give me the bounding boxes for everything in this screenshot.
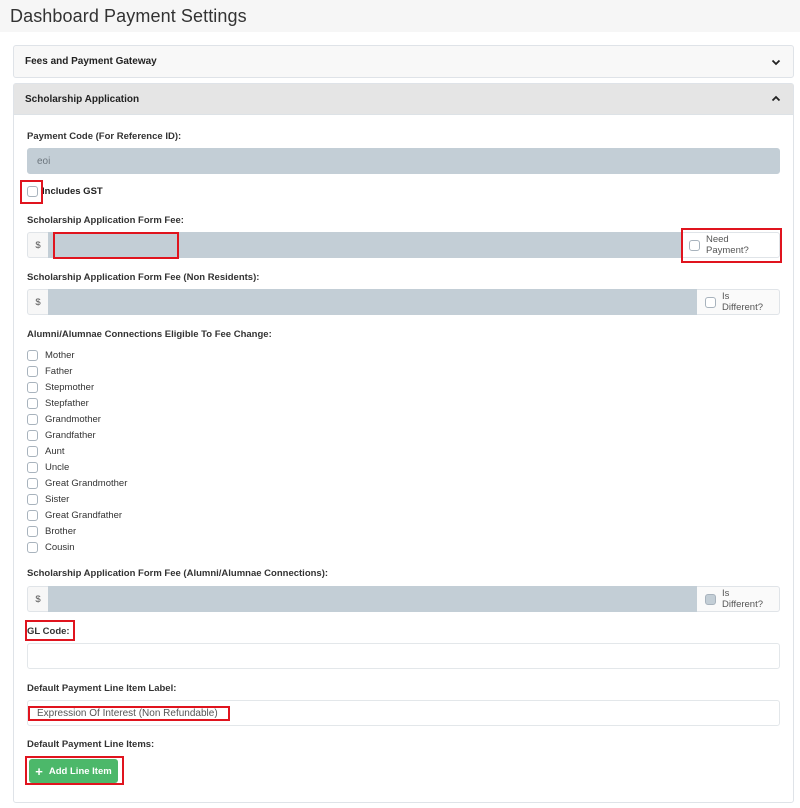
payment-code-input[interactable]: eoi bbox=[27, 148, 780, 174]
option-label: Stepmother bbox=[45, 381, 95, 393]
checkbox[interactable] bbox=[27, 541, 38, 553]
checkbox[interactable] bbox=[27, 381, 38, 393]
option-label: Great Grandmother bbox=[45, 477, 128, 489]
checkbox[interactable] bbox=[27, 397, 38, 409]
is-different-addon[interactable]: Is Different? bbox=[697, 289, 780, 315]
connection-option-grandfather[interactable]: Grandfather bbox=[27, 427, 127, 443]
need-payment-addon[interactable]: Need Payment? bbox=[681, 232, 780, 258]
currency-prefix: $ bbox=[27, 586, 48, 612]
connection-option-grandmother[interactable]: Grandmother bbox=[27, 411, 127, 427]
default-line-item-label-label: Default Payment Line Item Label: bbox=[27, 683, 177, 694]
connection-option-cousin[interactable]: Cousin bbox=[27, 539, 127, 555]
add-line-item-button[interactable]: + Add Line Item bbox=[29, 759, 118, 783]
form-fee-non-residents-input[interactable] bbox=[48, 289, 697, 315]
is-different-checkbox[interactable] bbox=[705, 593, 716, 605]
checkbox[interactable] bbox=[27, 461, 38, 473]
includes-gst-label: Includes GST bbox=[42, 186, 103, 197]
need-payment-checkbox[interactable] bbox=[689, 239, 700, 251]
page-header: Dashboard Payment Settings bbox=[0, 0, 800, 32]
page-title: Dashboard Payment Settings bbox=[10, 6, 247, 26]
option-label: Aunt bbox=[45, 445, 65, 457]
option-label: Uncle bbox=[45, 461, 70, 473]
option-label: Great Grandfather bbox=[45, 509, 123, 521]
is-different-label: Is Different? bbox=[722, 588, 764, 610]
connection-option-great-grandfather[interactable]: Great Grandfather bbox=[27, 507, 127, 523]
is-different-checkbox[interactable] bbox=[705, 296, 716, 308]
default-line-items-label: Default Payment Line Items: bbox=[27, 739, 155, 750]
default-line-item-label-value: Expression Of Interest (Non Refundable) bbox=[37, 707, 218, 719]
alumni-connections-label: Alumni/Alumnae Connections Eligible To F… bbox=[27, 329, 272, 340]
default-line-item-label-input[interactable]: Expression Of Interest (Non Refundable) bbox=[27, 700, 780, 726]
need-payment-label: Need Payment? bbox=[706, 234, 749, 256]
checkbox[interactable] bbox=[27, 413, 38, 425]
checkbox[interactable] bbox=[27, 477, 38, 489]
checkbox[interactable] bbox=[27, 365, 38, 377]
connection-option-brother[interactable]: Brother bbox=[27, 523, 127, 539]
currency-prefix: $ bbox=[27, 232, 48, 258]
connection-option-father[interactable]: Father bbox=[27, 363, 127, 379]
checkbox[interactable] bbox=[27, 493, 38, 505]
option-label: Grandfather bbox=[45, 429, 96, 441]
option-label: Father bbox=[45, 365, 73, 377]
chevron-down-icon[interactable] bbox=[770, 56, 782, 68]
option-label: Mother bbox=[45, 349, 75, 361]
checkbox[interactable] bbox=[27, 429, 38, 441]
gl-code-label: GL Code: bbox=[27, 626, 70, 637]
option-label: Brother bbox=[45, 525, 77, 537]
connection-option-mother[interactable]: Mother bbox=[27, 347, 127, 363]
form-fee-non-residents-input-group: $ Is Different? bbox=[27, 289, 780, 315]
form-fee-alumni-input[interactable] bbox=[48, 586, 697, 612]
option-label: Grandmother bbox=[45, 413, 101, 425]
connection-option-great-grandmother[interactable]: Great Grandmother bbox=[27, 475, 127, 491]
checkbox[interactable] bbox=[27, 525, 38, 537]
includes-gst-row: Includes GST bbox=[27, 186, 103, 197]
option-label: Sister bbox=[45, 493, 70, 505]
chevron-up-icon[interactable] bbox=[770, 93, 782, 105]
connection-option-stepmother[interactable]: Stepmother bbox=[27, 379, 127, 395]
is-different-addon[interactable]: Is Different? bbox=[697, 586, 780, 612]
alumni-connections-checklist: Mother Father Stepmother Stepfather Gran… bbox=[27, 347, 127, 555]
fees-payment-gateway-title: Fees and Payment Gateway bbox=[25, 56, 157, 67]
includes-gst-checkbox[interactable] bbox=[27, 186, 38, 197]
currency-prefix: $ bbox=[27, 289, 48, 315]
form-fee-alumni-label: Scholarship Application Form Fee (Alumni… bbox=[27, 568, 329, 579]
connection-option-aunt[interactable]: Aunt bbox=[27, 443, 127, 459]
payment-code-label: Payment Code (For Reference ID): bbox=[27, 131, 182, 142]
form-fee-input[interactable] bbox=[48, 232, 681, 258]
option-label: Stepfather bbox=[45, 397, 89, 409]
form-fee-non-residents-label: Scholarship Application Form Fee (Non Re… bbox=[27, 272, 260, 283]
is-different-label: Is Different? bbox=[722, 291, 764, 313]
scholarship-application-title: Scholarship Application bbox=[25, 93, 140, 105]
connection-option-sister[interactable]: Sister bbox=[27, 491, 127, 507]
scholarship-application-header[interactable]: Scholarship Application bbox=[14, 84, 793, 115]
gl-code-input[interactable] bbox=[27, 643, 780, 669]
connection-option-uncle[interactable]: Uncle bbox=[27, 459, 127, 475]
form-fee-alumni-input-group: $ Is Different? bbox=[27, 586, 780, 612]
connection-option-stepfather[interactable]: Stepfather bbox=[27, 395, 127, 411]
fees-payment-gateway-header[interactable]: Fees and Payment Gateway bbox=[14, 46, 793, 77]
checkbox[interactable] bbox=[27, 445, 38, 457]
checkbox[interactable] bbox=[27, 349, 38, 361]
checkbox[interactable] bbox=[27, 509, 38, 521]
scholarship-application-panel: Scholarship Application bbox=[13, 83, 794, 803]
option-label: Cousin bbox=[45, 541, 75, 553]
add-line-item-label: Add Line Item bbox=[48, 765, 112, 777]
plus-icon: + bbox=[35, 763, 43, 779]
form-fee-input-group: $ Need Payment? bbox=[27, 232, 780, 258]
fees-payment-gateway-panel: Fees and Payment Gateway bbox=[13, 45, 794, 78]
form-fee-label: Scholarship Application Form Fee: bbox=[27, 215, 184, 226]
